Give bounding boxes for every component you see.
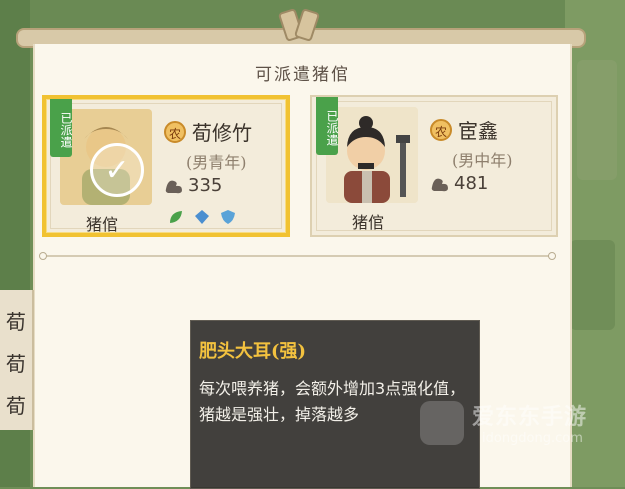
list-item[interactable]: 荀 <box>6 390 26 419</box>
list-item[interactable]: 荀 <box>6 306 26 335</box>
power-value: 481 <box>454 173 489 194</box>
herder-card-2[interactable]: 已派遣 农 宦鑫 (男中年) 481 猪倌 <box>310 95 558 237</box>
tooltip-title: 肥头大耳(强) <box>199 341 307 362</box>
list-item[interactable]: 荀 <box>6 348 26 377</box>
blue-shield-icon[interactable] <box>218 207 238 227</box>
dispatched-check-icon: ✓ <box>90 143 144 197</box>
character-portrait <box>326 107 418 203</box>
watermark-url: idongdong.com <box>482 431 583 446</box>
blue-gem-icon[interactable] <box>192 207 212 227</box>
herder-subtitle: (男青年) <box>186 153 247 172</box>
herder-role: 猪倌 <box>352 213 385 232</box>
panel-title: 可派遣猪倌 <box>255 65 350 85</box>
portrait-1: ✓ <box>60 109 152 205</box>
background-decoration <box>577 60 617 180</box>
left-list-strip[interactable]: 荀 荀 荀 <box>0 290 34 430</box>
farmer-badge: 农 <box>164 120 186 143</box>
divider <box>39 252 556 260</box>
watermark: 爱东东手游 idongdong.com <box>420 395 620 455</box>
skill-icons <box>166 207 238 227</box>
green-leaf-icon[interactable] <box>166 207 186 227</box>
herder-subtitle: (男中年) <box>452 151 513 170</box>
dispatched-tag: 已派遣 <box>50 99 73 157</box>
strength-icon <box>430 175 450 193</box>
farmer-badge: 农 <box>430 118 452 141</box>
herder-name: 荀修竹 <box>192 121 252 145</box>
scroll-clip-icon <box>277 7 321 43</box>
herder-role: 猪倌 <box>86 215 119 234</box>
watermark-logo-icon <box>420 401 464 445</box>
watermark-text: 爱东东手游 <box>472 405 588 430</box>
portrait-2 <box>326 107 418 203</box>
herder-card-1[interactable]: ✓ 已派遣 农 荀修竹 (男青年) 335 猪倌 <box>42 95 290 237</box>
power-value: 335 <box>188 175 223 196</box>
strength-icon <box>164 177 184 195</box>
dispatched-tag: 已派遣 <box>316 97 339 155</box>
herder-name: 宦鑫 <box>458 119 498 143</box>
background-decoration <box>570 240 615 330</box>
